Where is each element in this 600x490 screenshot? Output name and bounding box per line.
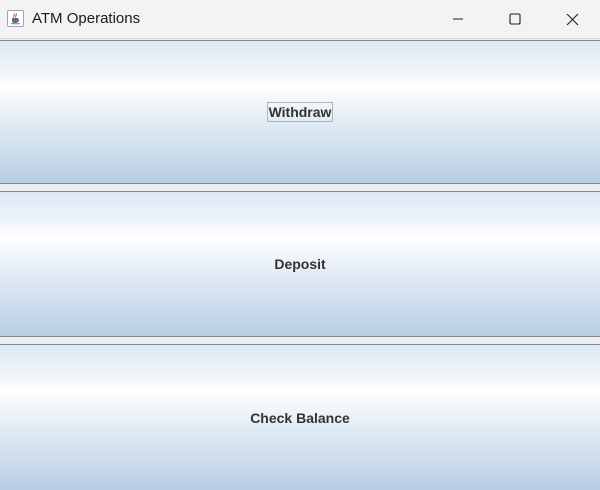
maximize-button[interactable] — [486, 0, 544, 38]
close-button[interactable] — [543, 0, 600, 38]
title-bar[interactable]: ATM Operations — [0, 0, 600, 39]
withdraw-button[interactable]: Withdraw — [0, 40, 600, 184]
minimize-icon — [453, 18, 463, 20]
check-balance-button[interactable]: Check Balance — [0, 344, 600, 490]
java-cup-icon — [7, 10, 24, 27]
withdraw-label: Withdraw — [266, 102, 334, 122]
check-balance-label: Check Balance — [250, 409, 350, 426]
deposit-button[interactable]: Deposit — [0, 191, 600, 337]
maximize-icon — [509, 13, 521, 25]
atm-window: ATM Operations Withdraw Deposit Check Ba… — [0, 0, 600, 490]
button-panel: Withdraw Deposit Check Balance — [0, 39, 600, 490]
close-icon — [566, 13, 578, 25]
minimize-button[interactable] — [429, 0, 487, 38]
deposit-label: Deposit — [274, 256, 326, 272]
window-title: ATM Operations — [32, 10, 141, 27]
